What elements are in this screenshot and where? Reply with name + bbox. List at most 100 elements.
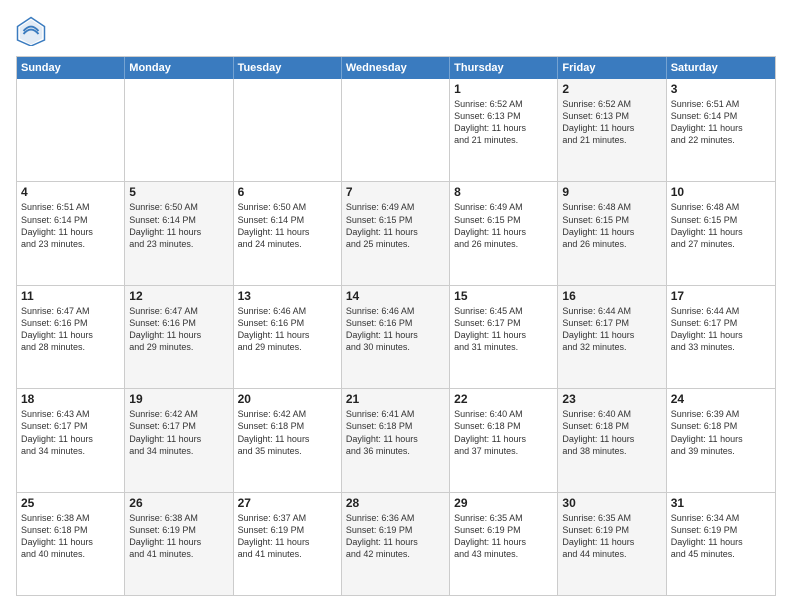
day-number: 25: [21, 496, 120, 510]
day-number: 5: [129, 185, 228, 199]
cal-cell-19: 19Sunrise: 6:42 AM Sunset: 6:17 PM Dayli…: [125, 389, 233, 491]
cal-cell-26: 26 Sunrise: 6:38 AM Sunset: 6:19 PM Dayli…: [125, 493, 233, 595]
cal-cell-20: 20 Sunrise: 6:42 AM Sunset: 6:18 PM Dayli…: [234, 389, 342, 491]
day-number: 29: [454, 496, 553, 510]
cell-info: Sunrise: 6:44 AM Sunset: 6:17 PM Dayligh…: [562, 305, 661, 354]
cal-cell-17: 17 Sunrise: 6:44 AM Sunset: 6:17 PM Dayli…: [667, 286, 775, 388]
cell-info: Sunrise: 6:38 AM Sunset: 6:18 PM Dayligh…: [21, 512, 120, 561]
cell-info: Sunrise: 6:40 AM Sunset: 6:18 PM Dayligh…: [562, 408, 661, 457]
cal-cell-27: 27 Sunrise: 6:37 AM Sunset: 6:19 PM Dayli…: [234, 493, 342, 595]
cell-info: Sunrise: 6:50 AM Sunset: 6:14 PM Dayligh…: [129, 201, 228, 250]
cal-cell-23: 23 Sunrise: 6:40 AM Sunset: 6:18 PM Dayli…: [558, 389, 666, 491]
day-number: 17: [671, 289, 771, 303]
cal-cell-empty-0-1: [125, 79, 233, 181]
day-number: 28: [346, 496, 445, 510]
cell-info: Sunrise: 6:47 AM Sunset: 6:16 PM Dayligh…: [21, 305, 120, 354]
cal-cell-15: 15 Sunrise: 6:45 AM Sunset: 6:17 PM Dayli…: [450, 286, 558, 388]
day-number: 20: [238, 392, 337, 406]
day-number: 12: [129, 289, 228, 303]
cal-cell-16: 16Sunrise: 6:44 AM Sunset: 6:17 PM Dayli…: [558, 286, 666, 388]
day-number: 19: [129, 392, 228, 406]
cal-cell-22: 22 Sunrise: 6:40 AM Sunset: 6:18 PM Dayli…: [450, 389, 558, 491]
day-number: 26: [129, 496, 228, 510]
cell-info: Sunrise: 6:50 AM Sunset: 6:14 PM Dayligh…: [238, 201, 337, 250]
calendar: SundayMondayTuesdayWednesdayThursdayFrid…: [16, 56, 776, 596]
day-number: 13: [238, 289, 337, 303]
cell-info: Sunrise: 6:49 AM Sunset: 6:15 PM Dayligh…: [454, 201, 553, 250]
day-number: 23: [562, 392, 661, 406]
cell-info: Sunrise: 6:37 AM Sunset: 6:19 PM Dayligh…: [238, 512, 337, 561]
cell-info: Sunrise: 6:48 AM Sunset: 6:15 PM Dayligh…: [562, 201, 661, 250]
day-number: 8: [454, 185, 553, 199]
cal-cell-28: 28 Sunrise: 6:36 AM Sunset: 6:19 PM Dayli…: [342, 493, 450, 595]
cal-row-0: 1 Sunrise: 6:52 AM Sunset: 6:13 PM Daylig…: [17, 79, 775, 182]
cell-info: Sunrise: 6:46 AM Sunset: 6:16 PM Dayligh…: [346, 305, 445, 354]
cal-cell-21: 21 Sunrise: 6:41 AM Sunset: 6:18 PM Dayli…: [342, 389, 450, 491]
cell-info: Sunrise: 6:40 AM Sunset: 6:18 PM Dayligh…: [454, 408, 553, 457]
cal-cell-2: 2Sunrise: 6:52 AM Sunset: 6:13 PM Daylig…: [558, 79, 666, 181]
day-number: 15: [454, 289, 553, 303]
day-number: 14: [346, 289, 445, 303]
logo: [16, 16, 50, 46]
cal-cell-31: 31Sunrise: 6:34 AM Sunset: 6:19 PM Dayli…: [667, 493, 775, 595]
cell-info: Sunrise: 6:39 AM Sunset: 6:18 PM Dayligh…: [671, 408, 771, 457]
day-header-tuesday: Tuesday: [234, 57, 342, 79]
cell-info: Sunrise: 6:43 AM Sunset: 6:17 PM Dayligh…: [21, 408, 120, 457]
cal-row-4: 25 Sunrise: 6:38 AM Sunset: 6:18 PM Dayli…: [17, 493, 775, 595]
day-number: 6: [238, 185, 337, 199]
cell-info: Sunrise: 6:48 AM Sunset: 6:15 PM Dayligh…: [671, 201, 771, 250]
cal-cell-8: 8 Sunrise: 6:49 AM Sunset: 6:15 PM Daylig…: [450, 182, 558, 284]
cal-cell-1: 1 Sunrise: 6:52 AM Sunset: 6:13 PM Daylig…: [450, 79, 558, 181]
day-number: 4: [21, 185, 120, 199]
cell-info: Sunrise: 6:36 AM Sunset: 6:19 PM Dayligh…: [346, 512, 445, 561]
day-number: 1: [454, 82, 553, 96]
cal-cell-30: 30Sunrise: 6:35 AM Sunset: 6:19 PM Dayli…: [558, 493, 666, 595]
day-header-wednesday: Wednesday: [342, 57, 450, 79]
cell-info: Sunrise: 6:44 AM Sunset: 6:17 PM Dayligh…: [671, 305, 771, 354]
cell-info: Sunrise: 6:41 AM Sunset: 6:18 PM Dayligh…: [346, 408, 445, 457]
cell-info: Sunrise: 6:35 AM Sunset: 6:19 PM Dayligh…: [454, 512, 553, 561]
cal-cell-18: 18 Sunrise: 6:43 AM Sunset: 6:17 PM Dayli…: [17, 389, 125, 491]
cal-cell-3: 3 Sunrise: 6:51 AM Sunset: 6:14 PM Daylig…: [667, 79, 775, 181]
cal-cell-9: 9Sunrise: 6:48 AM Sunset: 6:15 PM Daylig…: [558, 182, 666, 284]
cell-info: Sunrise: 6:45 AM Sunset: 6:17 PM Dayligh…: [454, 305, 553, 354]
cell-info: Sunrise: 6:42 AM Sunset: 6:18 PM Dayligh…: [238, 408, 337, 457]
day-number: 21: [346, 392, 445, 406]
day-number: 22: [454, 392, 553, 406]
cal-cell-29: 29 Sunrise: 6:35 AM Sunset: 6:19 PM Dayli…: [450, 493, 558, 595]
cell-info: Sunrise: 6:51 AM Sunset: 6:14 PM Dayligh…: [671, 98, 771, 147]
day-header-monday: Monday: [125, 57, 233, 79]
cal-cell-empty-0-2: [234, 79, 342, 181]
day-number: 27: [238, 496, 337, 510]
day-number: 2: [562, 82, 661, 96]
cell-info: Sunrise: 6:47 AM Sunset: 6:16 PM Dayligh…: [129, 305, 228, 354]
day-number: 18: [21, 392, 120, 406]
cell-info: Sunrise: 6:52 AM Sunset: 6:13 PM Dayligh…: [454, 98, 553, 147]
cal-cell-6: 6 Sunrise: 6:50 AM Sunset: 6:14 PM Daylig…: [234, 182, 342, 284]
cal-cell-10: 10 Sunrise: 6:48 AM Sunset: 6:15 PM Dayli…: [667, 182, 775, 284]
logo-icon: [16, 16, 46, 46]
day-number: 24: [671, 392, 771, 406]
day-number: 31: [671, 496, 771, 510]
cell-info: Sunrise: 6:35 AM Sunset: 6:19 PM Dayligh…: [562, 512, 661, 561]
calendar-body: 1 Sunrise: 6:52 AM Sunset: 6:13 PM Daylig…: [17, 79, 775, 595]
cal-row-2: 11 Sunrise: 6:47 AM Sunset: 6:16 PM Dayli…: [17, 286, 775, 389]
cal-cell-13: 13 Sunrise: 6:46 AM Sunset: 6:16 PM Dayli…: [234, 286, 342, 388]
day-header-sunday: Sunday: [17, 57, 125, 79]
day-number: 11: [21, 289, 120, 303]
cell-info: Sunrise: 6:38 AM Sunset: 6:19 PM Dayligh…: [129, 512, 228, 561]
cell-info: Sunrise: 6:51 AM Sunset: 6:14 PM Dayligh…: [21, 201, 120, 250]
cell-info: Sunrise: 6:46 AM Sunset: 6:16 PM Dayligh…: [238, 305, 337, 354]
cal-cell-24: 24 Sunrise: 6:39 AM Sunset: 6:18 PM Dayli…: [667, 389, 775, 491]
cal-cell-5: 5 Sunrise: 6:50 AM Sunset: 6:14 PM Daylig…: [125, 182, 233, 284]
cal-cell-14: 14 Sunrise: 6:46 AM Sunset: 6:16 PM Dayli…: [342, 286, 450, 388]
day-number: 3: [671, 82, 771, 96]
cal-cell-empty-0-3: [342, 79, 450, 181]
cal-cell-12: 12 Sunrise: 6:47 AM Sunset: 6:16 PM Dayli…: [125, 286, 233, 388]
day-header-thursday: Thursday: [450, 57, 558, 79]
cal-row-1: 4 Sunrise: 6:51 AM Sunset: 6:14 PM Daylig…: [17, 182, 775, 285]
cal-cell-25: 25 Sunrise: 6:38 AM Sunset: 6:18 PM Dayli…: [17, 493, 125, 595]
calendar-header: SundayMondayTuesdayWednesdayThursdayFrid…: [17, 57, 775, 79]
page: SundayMondayTuesdayWednesdayThursdayFrid…: [0, 0, 792, 612]
day-number: 10: [671, 185, 771, 199]
